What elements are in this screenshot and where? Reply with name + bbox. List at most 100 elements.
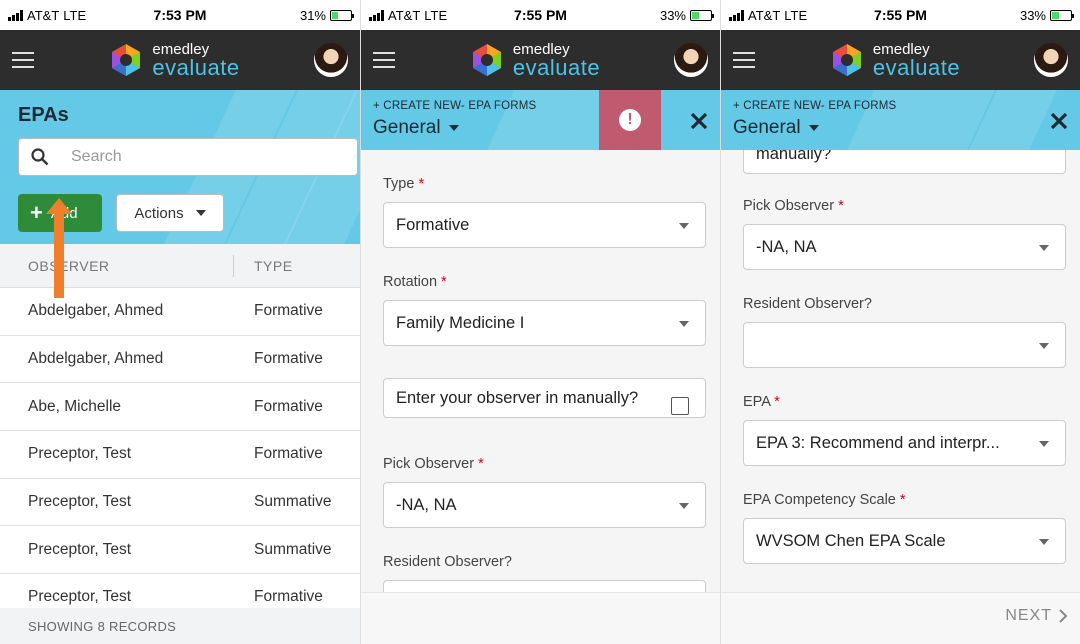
records-table: Abdelgaber, Ahmed Formative Abdelgaber, A…	[0, 288, 360, 622]
caret-down-icon	[1039, 441, 1049, 447]
observer-cell: Abe, Michelle	[28, 397, 122, 415]
menu-icon[interactable]	[373, 52, 395, 68]
pick-observer-select[interactable]: -NA, NA	[743, 224, 1066, 270]
observer-cell: Preceptor, Test	[28, 445, 132, 463]
type-cell: Formative	[254, 302, 323, 320]
hexagon-logo-icon	[108, 42, 144, 78]
rotation-value: Family Medicine I	[396, 313, 525, 332]
table-row[interactable]: Preceptor, Test Summative	[0, 526, 360, 575]
rotation-label: Rotation	[383, 274, 438, 290]
avatar[interactable]	[1034, 43, 1068, 77]
carrier: AT&T	[748, 7, 781, 23]
epa-value: EPA 3: Recommend and interpr...	[756, 433, 1000, 452]
network: LTE	[424, 7, 448, 23]
brand-line2: evaluate	[152, 54, 240, 80]
form-header: + CREATE NEW- EPA FORMS General !	[361, 90, 720, 150]
clock: 7:53 PM	[153, 7, 207, 23]
status-bar: AT&T LTE 7:55 PM 33%	[361, 0, 720, 30]
caret-down-icon	[679, 321, 689, 327]
observer-cell: Preceptor, Test	[28, 588, 132, 606]
validation-alert[interactable]: !	[599, 90, 661, 150]
checkbox-icon[interactable]	[671, 397, 689, 415]
carrier: AT&T	[27, 7, 60, 23]
clock: 7:55 PM	[874, 7, 927, 23]
manual-observer-checkbox[interactable]: Enter your observer in manually?	[383, 378, 706, 418]
section-dropdown[interactable]: General	[733, 117, 819, 139]
carrier: AT&T	[388, 7, 421, 23]
hexagon-logo-icon	[469, 42, 505, 78]
avatar[interactable]	[314, 43, 348, 77]
app-bar: emedley evaluate	[0, 30, 360, 90]
epa-select[interactable]: EPA 3: Recommend and interpr...	[743, 420, 1066, 466]
rotation-select[interactable]: Family Medicine I	[383, 300, 706, 346]
brand-logo: emedley evaluate	[395, 42, 674, 79]
section-dropdown[interactable]: General	[373, 117, 459, 139]
search-icon	[31, 148, 49, 166]
observer-cell: Preceptor, Test	[28, 493, 132, 511]
type-cell: Summative	[254, 540, 332, 558]
actions-label: Actions	[134, 204, 184, 222]
chevron-right-icon	[1059, 609, 1068, 623]
next-button[interactable]: NEXT	[1005, 607, 1068, 625]
manual-observer-checkbox[interactable]: manually?	[743, 150, 1066, 174]
avatar[interactable]	[674, 43, 708, 77]
observer-cell: Abdelgaber, Ahmed	[28, 302, 164, 320]
column-observer[interactable]: OBSERVER	[0, 254, 234, 277]
type-cell: Formative	[254, 588, 323, 606]
section-label: General	[733, 117, 801, 138]
pick-observer-label: Pick Observer	[383, 456, 475, 472]
resident-observer-select[interactable]	[383, 580, 706, 592]
competency-scale-select[interactable]: WVSOM Chen EPA Scale	[743, 518, 1066, 564]
resident-observer-field: Resident Observer?	[383, 554, 706, 592]
type-field: Type * Formative	[383, 176, 706, 248]
battery-icon	[330, 9, 354, 21]
close-icon[interactable]	[688, 110, 710, 132]
bottom-nav	[361, 592, 720, 644]
resident-observer-select[interactable]	[743, 322, 1066, 368]
epa-field: EPA * EPA 3: Recommend and interpr...	[743, 394, 1066, 466]
table-row[interactable]: Preceptor, Test Summative	[0, 479, 360, 527]
arrow-up-icon	[46, 198, 72, 298]
actions-dropdown[interactable]: Actions	[116, 194, 224, 232]
app-bar: emedley evaluate	[361, 30, 720, 90]
caret-down-icon	[679, 503, 689, 509]
records-count: SHOWING 8 RECORDS	[0, 608, 360, 644]
resident-observer-label: Resident Observer?	[743, 296, 872, 312]
section-label: General	[373, 117, 441, 138]
table-row[interactable]: Abdelgaber, Ahmed Formative	[0, 336, 360, 384]
create-new-label: + CREATE NEW- EPA FORMS	[373, 100, 537, 112]
exclamation-icon: !	[619, 109, 641, 131]
pick-observer-select[interactable]: -NA, NA	[383, 482, 706, 528]
pick-observer-field: Pick Observer * -NA, NA	[743, 198, 1066, 270]
caret-down-icon	[1039, 343, 1049, 349]
brand-line2: evaluate	[872, 54, 961, 80]
caret-down-icon	[1039, 539, 1049, 545]
pick-observer-label: Pick Observer	[743, 198, 835, 214]
competency-scale-label: EPA Competency Scale	[743, 492, 896, 508]
menu-icon[interactable]	[12, 52, 34, 68]
epa-label: EPA	[743, 394, 771, 410]
screen-epa-form-scrolled: AT&T LTE 7:55 PM 33% emedley evaluate + C…	[720, 0, 1080, 644]
screen-epa-form-top: AT&T LTE 7:55 PM 33% emedley evaluate + C…	[360, 0, 720, 644]
pick-observer-value: -NA, NA	[396, 495, 457, 514]
close-icon[interactable]	[1048, 110, 1070, 132]
table-row[interactable]: Preceptor, Test Formative	[0, 431, 360, 479]
signal-icon	[729, 9, 744, 21]
manual-observer-field: Enter your observer in manually?	[383, 378, 706, 418]
type-cell: Formative	[254, 350, 323, 368]
battery-icon	[1050, 9, 1074, 21]
table-row[interactable]: Abe, Michelle Formative	[0, 383, 360, 432]
resident-observer-field: Resident Observer?	[743, 296, 1066, 368]
signal-icon	[8, 9, 23, 21]
menu-icon[interactable]	[733, 52, 755, 68]
type-cell: Formative	[254, 397, 323, 415]
caret-down-icon	[679, 223, 689, 229]
search-input[interactable]: Search	[18, 138, 358, 176]
type-select[interactable]: Formative	[383, 202, 706, 248]
type-cell: Formative	[254, 445, 323, 463]
pick-observer-value: -NA, NA	[756, 237, 817, 256]
column-type[interactable]: TYPE	[234, 258, 293, 274]
caret-down-icon	[1039, 245, 1049, 251]
brand-logo: emedley evaluate	[755, 42, 1034, 79]
competency-scale-field: EPA Competency Scale * WVSOM Chen EPA Sc…	[743, 492, 1066, 564]
